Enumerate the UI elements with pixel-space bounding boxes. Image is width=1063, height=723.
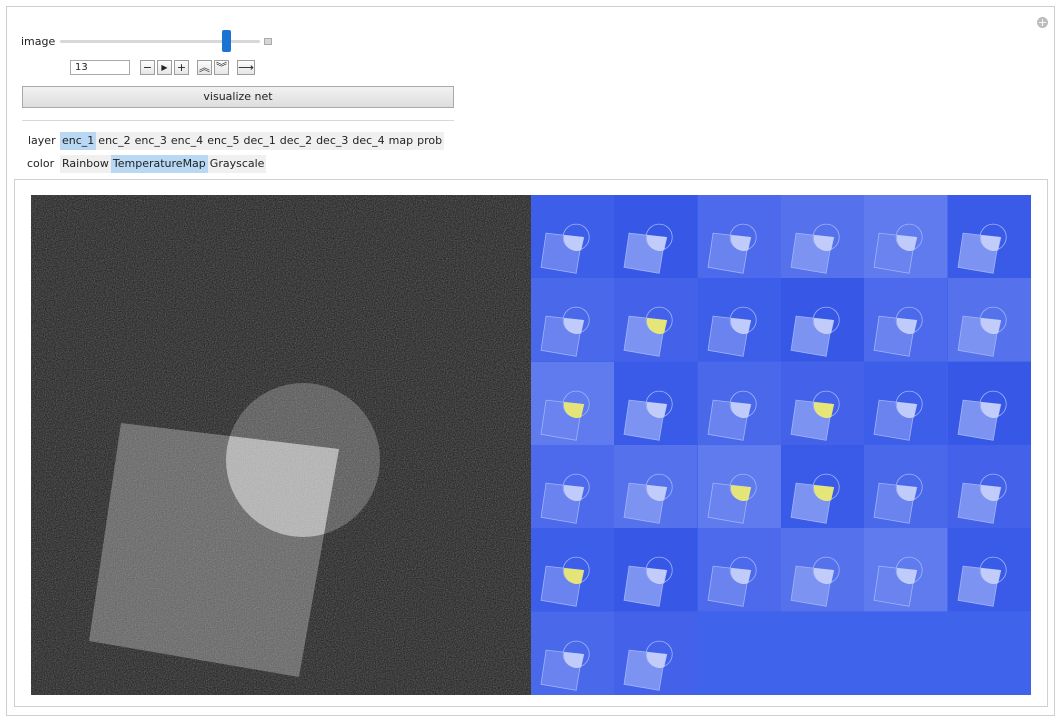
feature-map-tile: [864, 195, 948, 279]
feature-map-tile: [781, 278, 865, 362]
feature-map-tile: [697, 445, 781, 529]
feature-map-tile: [531, 361, 615, 445]
feature-map-tile: [531, 278, 615, 362]
feature-map-tile: [531, 195, 615, 279]
color-label: color: [27, 157, 55, 170]
feature-map-grid: [531, 195, 1031, 695]
decrement-button[interactable]: −: [140, 60, 155, 75]
layer-option-enc-3[interactable]: enc_3: [132, 132, 169, 150]
divider: [22, 120, 454, 121]
feature-map-tile: [697, 195, 781, 279]
feature-map-tile: [947, 195, 1031, 279]
input-image: [31, 195, 531, 695]
feature-map-tile: [697, 278, 781, 362]
slider-expand-toggle[interactable]: [264, 38, 272, 45]
feature-map-tile: [947, 445, 1031, 529]
slower-button[interactable]: ︾: [214, 60, 229, 75]
faster-button[interactable]: ︽: [197, 60, 212, 75]
layer-option-map[interactable]: map: [386, 132, 416, 150]
layer-option-prob[interactable]: prob: [415, 132, 445, 150]
play-button[interactable]: ▶: [157, 60, 172, 75]
layer-option-dec-2[interactable]: dec_2: [277, 132, 315, 150]
plus-circle-icon[interactable]: +: [1037, 17, 1048, 28]
feature-map-tile: [864, 361, 948, 445]
image-value-input[interactable]: 13: [70, 60, 130, 75]
feature-map-tile: [864, 528, 948, 612]
layer-option-dec-3[interactable]: dec_3: [314, 132, 351, 150]
feature-map-tile: [697, 528, 781, 612]
color-option-temperaturemap[interactable]: TemperatureMap: [110, 155, 208, 173]
feature-map-tile: [697, 361, 781, 445]
feature-map-tile: [781, 195, 865, 279]
feature-map-tile: [614, 445, 698, 529]
feature-map-tile: [864, 445, 948, 529]
increment-button[interactable]: +: [174, 60, 189, 75]
visualize-net-button[interactable]: visualize net: [22, 86, 454, 108]
layer-setter-bar: enc_1 enc_2 enc_3 enc_4 enc_5 dec_1 dec_2 dec_3…: [60, 132, 445, 150]
feature-map-tile: [614, 361, 698, 445]
layer-option-enc-2[interactable]: enc_2: [96, 132, 133, 150]
color-option-rainbow[interactable]: Rainbow: [60, 155, 111, 173]
feature-map-tile: [947, 528, 1031, 612]
layer-option-enc-4[interactable]: enc_4: [168, 132, 206, 150]
feature-map-tile: [947, 278, 1031, 362]
feature-map-tile: [531, 528, 615, 612]
feature-map-tile: [614, 195, 698, 279]
feature-map-tile: [781, 445, 865, 529]
feature-map-tile: [614, 528, 698, 612]
feature-map-tile: [781, 528, 865, 612]
color-setter-bar: Rainbow TemperatureMap Grayscale: [60, 155, 267, 173]
color-option-grayscale[interactable]: Grayscale: [207, 155, 267, 173]
direction-button[interactable]: ⟶: [237, 60, 255, 75]
feature-map-tile: [531, 445, 615, 529]
layer-option-enc-1[interactable]: enc_1: [60, 132, 97, 150]
layer-label: layer: [28, 134, 56, 147]
feature-map-tile: [614, 611, 698, 695]
feature-map-tile: [947, 361, 1031, 445]
feature-map-tile: [614, 278, 698, 362]
feature-map-tile: [864, 278, 948, 362]
feature-map-tile: [531, 611, 615, 695]
layer-option-dec-4[interactable]: dec_4: [350, 132, 387, 150]
image-slider-thumb[interactable]: [222, 30, 231, 52]
layer-option-dec-1[interactable]: dec_1: [241, 132, 278, 150]
feature-map-tile: [781, 361, 865, 445]
image-label: image: [21, 35, 56, 48]
layer-option-enc-5[interactable]: enc_5: [205, 132, 242, 150]
